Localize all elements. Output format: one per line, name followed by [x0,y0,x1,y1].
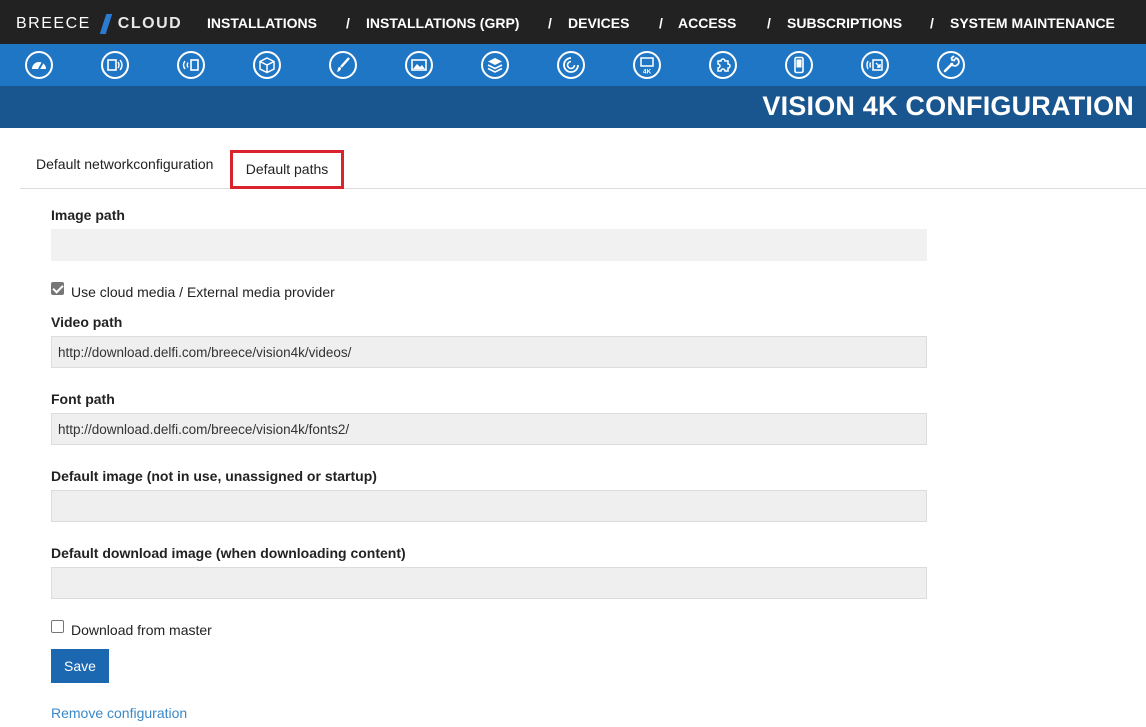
package-icon[interactable] [252,50,282,80]
video-path-label: Video path [51,314,123,330]
default-download-image-label: Default download image (when downloading… [51,545,406,561]
wrench-icon[interactable] [936,50,966,80]
dashboard-icon[interactable] [24,50,54,80]
brand-logo[interactable]: BREECE CLOUD [16,14,182,34]
nav-system-maintenance[interactable]: SYSTEM MAINTENANCE [950,15,1115,31]
radar-icon[interactable] [556,50,586,80]
tab-default-paths[interactable]: Default paths [230,150,344,189]
tab-bar: Default networkconfiguration Default pat… [20,148,1146,189]
image-path-label: Image path [51,207,125,223]
svg-text:4K: 4K [643,69,652,76]
nav-separator: / [930,15,934,31]
nav-installations-grp[interactable]: INSTALLATIONS (GRP) [366,15,519,31]
signage-screen-icon[interactable] [100,50,130,80]
nav-separator: / [767,15,771,31]
nav-access[interactable]: ACCESS [678,15,736,31]
nav-separator: / [659,15,663,31]
page-title: VISION 4K CONFIGURATION [762,91,1134,121]
nav-subscriptions[interactable]: SUBSCRIPTIONS [787,15,902,31]
default-image-label: Default image (not in use, unassigned or… [51,468,377,484]
icon-toolbar: 4K [0,44,1146,86]
cloud-media-checkbox[interactable] [51,282,64,295]
nav-installations[interactable]: INSTALLATIONS [207,15,317,31]
nav-devices[interactable]: DEVICES [568,15,629,31]
mobile-device-icon[interactable] [784,50,814,80]
cloud-media-label: Use cloud media / External media provide… [71,284,335,300]
title-band: VISION 4K CONFIGURATION [0,86,1146,128]
save-button[interactable]: Save [51,649,109,683]
monitor-4k-icon[interactable]: 4K [632,50,662,80]
nav-separator: / [346,15,350,31]
remove-configuration-link[interactable]: Remove configuration [51,705,187,721]
download-from-master-label: Download from master [71,622,212,638]
top-navbar: BREECE CLOUD INSTALLATIONS / INSTALLATIO… [0,0,1146,44]
font-path-label: Font path [51,391,115,407]
brush-icon[interactable] [328,50,358,80]
default-image-input[interactable] [51,490,927,522]
tab-default-network-configuration[interactable]: Default networkconfiguration [36,144,213,185]
brand-name-part2: CLOUD [117,15,183,32]
image-path-input[interactable] [51,229,927,261]
download-from-master-checkbox[interactable] [51,620,64,633]
puzzle-icon[interactable] [708,50,738,80]
font-path-input[interactable] [51,413,927,445]
image-gallery-icon[interactable] [404,50,434,80]
video-path-input[interactable] [51,336,927,368]
default-download-image-input[interactable] [51,567,927,599]
brand-slash [99,14,113,34]
broadcast-icon[interactable] [176,50,206,80]
brand-name-part1: BREECE [16,15,91,32]
media-transfer-icon[interactable] [860,50,890,80]
nav-separator: / [548,15,552,31]
layers-icon[interactable] [480,50,510,80]
